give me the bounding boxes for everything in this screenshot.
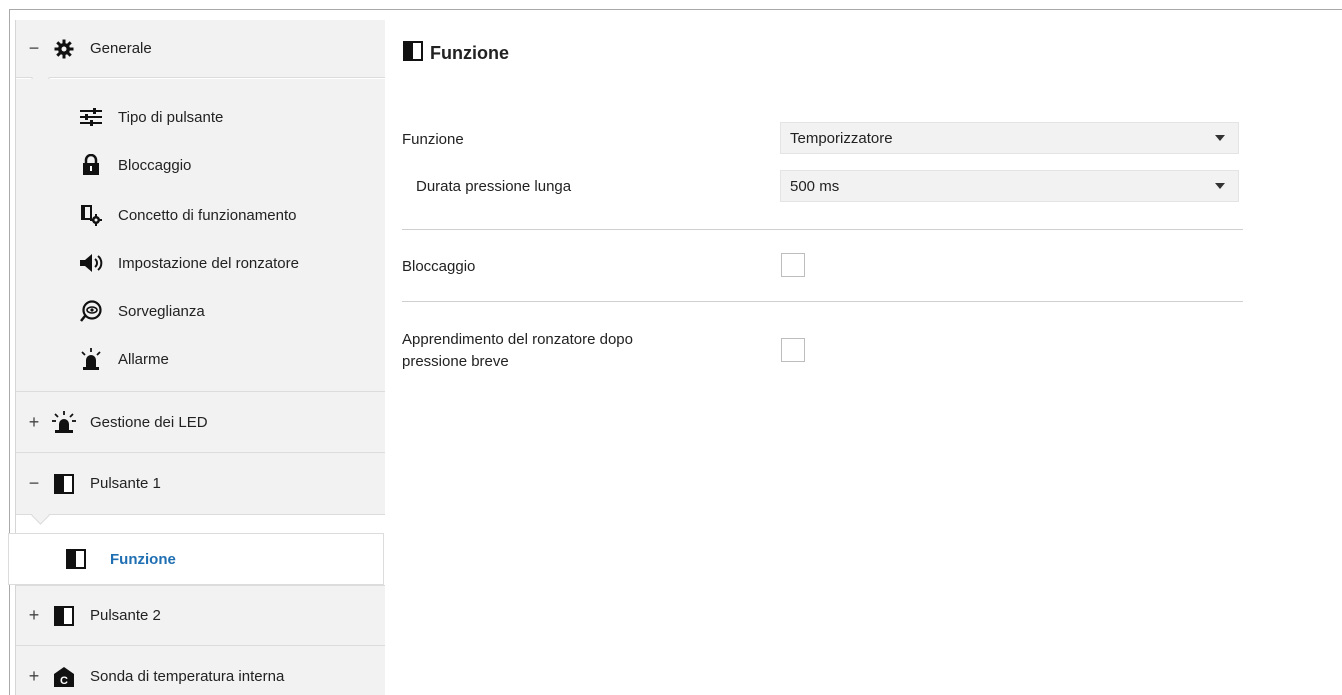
- divider: [402, 301, 1243, 302]
- sidebar-group-label: Pulsante 2: [90, 607, 161, 624]
- select-value: 500 ms: [790, 177, 840, 195]
- chevron-down-icon: [1215, 135, 1225, 141]
- temperature-sensor-icon: C: [52, 666, 76, 688]
- sidebar-item-label-active: Funzione: [110, 550, 176, 568]
- svg-text:C: C: [60, 675, 68, 687]
- select-value: Temporizzatore: [790, 129, 893, 147]
- sidebar-item-label: Tipo di pulsante: [118, 108, 224, 126]
- sidebar-group-gestione-led[interactable]: + Gestione dei LED: [16, 391, 385, 453]
- sidebar-item-concetto-di-funzionamento[interactable]: Concetto di funzionamento: [16, 191, 385, 239]
- sidebar-group-label: Sonda di temperatura interna: [90, 668, 285, 685]
- speaker-icon: [78, 251, 104, 275]
- sidebar-item-label: Bloccaggio: [118, 156, 192, 174]
- param-label-apprendimento-line2: pressione breve: [402, 353, 509, 370]
- page-title: Funzione: [402, 40, 509, 67]
- collapse-toggle[interactable]: −: [16, 473, 52, 494]
- sidebar-group-label: Gestione dei LED: [90, 413, 208, 431]
- apprendimento-checkbox[interactable]: [781, 338, 805, 362]
- expand-toggle[interactable]: +: [16, 605, 52, 626]
- bloccaggio-checkbox[interactable]: [781, 253, 805, 277]
- sidebar-group-generale[interactable]: − Generale: [16, 20, 385, 78]
- sidebar-group-sonda-temperatura[interactable]: + C Sonda di temperatura interna: [16, 646, 385, 695]
- param-label-bloccaggio: Bloccaggio: [402, 258, 476, 275]
- chevron-down-icon: [1215, 183, 1225, 189]
- sidebar-group-pulsante-1[interactable]: − Pulsante 1: [16, 453, 385, 515]
- sidebar-item-sorveglianza[interactable]: Sorveglianza: [16, 287, 385, 335]
- page-title-text: Funzione: [430, 43, 509, 63]
- sliders-icon: [78, 105, 104, 129]
- sidebar-item-label: Sorveglianza: [118, 302, 205, 320]
- sidebar-item-allarme[interactable]: Allarme: [16, 335, 385, 383]
- sidebar-item-tipo-di-pulsante[interactable]: Tipo di pulsante: [16, 93, 385, 141]
- button-icon: [52, 605, 76, 627]
- sidebar-item-label: Impostazione del ronzatore: [118, 254, 299, 272]
- param-label-funzione: Funzione: [402, 131, 464, 148]
- button-icon: [63, 547, 89, 571]
- sidebar-group-label: Pulsante 1: [90, 475, 161, 492]
- expand-toggle[interactable]: +: [16, 666, 52, 687]
- device-gear-icon: [78, 203, 104, 227]
- eye-icon: [78, 299, 104, 323]
- sidebar-item-impostazione-ronzatore[interactable]: Impostazione del ronzatore: [16, 239, 385, 287]
- generale-subitems: Tipo di pulsante Bloccaggio Concetto di …: [16, 79, 385, 391]
- sidebar-item-label: Concetto di funzionamento: [118, 206, 297, 224]
- sidebar: − Generale Tipo di pulsante Bloccaggio C…: [15, 20, 385, 695]
- expand-toggle[interactable]: +: [16, 412, 52, 433]
- param-label-apprendimento-line1: Apprendimento del ronzatore dopo: [402, 331, 633, 348]
- lock-icon: [78, 153, 104, 177]
- funzione-select[interactable]: Temporizzatore: [780, 122, 1239, 154]
- sidebar-item-label: Allarme: [118, 350, 169, 368]
- durata-pressione-select[interactable]: 500 ms: [780, 170, 1239, 202]
- sidebar-group-pulsante-2[interactable]: + Pulsante 2: [16, 585, 385, 646]
- led-icon: [52, 411, 76, 433]
- collapse-toggle[interactable]: −: [16, 38, 52, 59]
- sidebar-group-label: Generale: [90, 40, 152, 57]
- divider: [402, 229, 1243, 230]
- alarm-light-icon: [78, 347, 104, 371]
- button-icon: [402, 40, 424, 67]
- sidebar-item-funzione[interactable]: Funzione: [8, 533, 384, 585]
- gear-icon: [52, 38, 76, 60]
- button-icon: [52, 473, 76, 495]
- sidebar-item-bloccaggio[interactable]: Bloccaggio: [16, 141, 385, 189]
- param-label-durata: Durata pressione lunga: [416, 178, 572, 195]
